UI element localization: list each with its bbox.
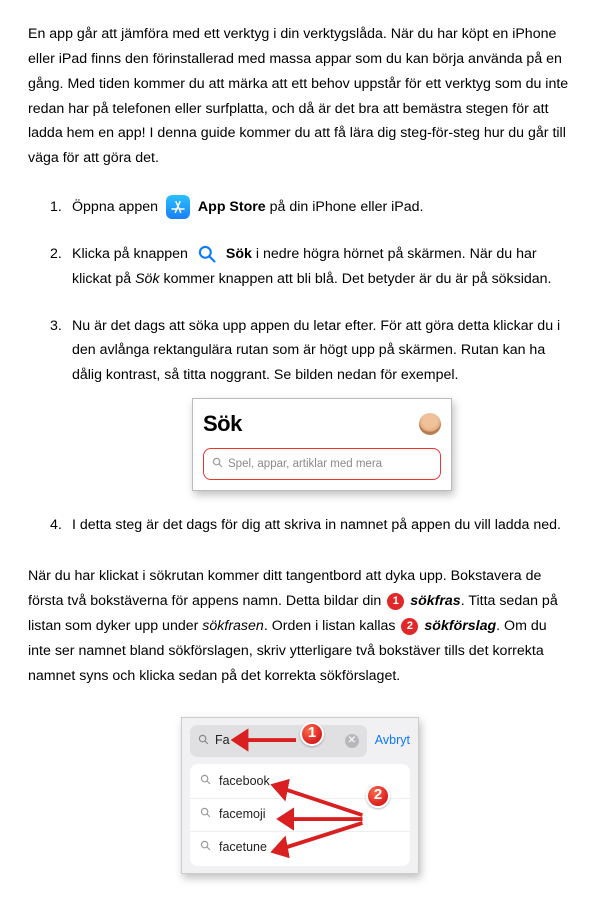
step-text: Öppna appen [72, 199, 158, 215]
step-number: 3. [50, 314, 62, 339]
magnifier-icon [198, 729, 209, 754]
steps-list: 1. Öppna appen App Store på din iPhone e… [50, 195, 572, 538]
suggestion-text: facemoji [219, 804, 266, 826]
step-italic: Sök [135, 271, 159, 287]
suggestion-row[interactable]: facetune [190, 832, 410, 864]
search-page-title: Sök [203, 405, 242, 444]
search-icon [196, 243, 218, 265]
term-sokforslag: sökförslag [424, 618, 496, 634]
app-store-icon [166, 195, 190, 219]
term-sokfrasen: sökfrasen [202, 618, 264, 634]
cancel-button[interactable]: Avbryt [375, 730, 410, 752]
intro-paragraph: En app går att jämföra med ett verktyg i… [28, 22, 572, 171]
magnifier-icon [200, 804, 211, 826]
paragraph-search-phrase: När du har klickat i sökrutan kommer dit… [28, 564, 572, 688]
step-2: 2. Klicka på knappen Sök i nedre högra h… [50, 242, 572, 292]
suggestion-text: facetune [219, 837, 267, 859]
magnifier-icon [212, 452, 223, 477]
clear-icon[interactable]: ✕ [345, 734, 359, 748]
step-number: 2. [50, 242, 62, 267]
step-text: I detta steg är det dags för dig att skr… [72, 517, 561, 533]
magnifier-icon [200, 837, 211, 859]
callout-badge-1-fig: 1 [300, 722, 324, 746]
step-text: Klicka på knappen [72, 246, 188, 262]
suggestion-list: facebook facemoji facetune [190, 764, 410, 866]
search-input[interactable]: Fa ✕ [190, 725, 367, 758]
step-number: 1. [50, 195, 62, 220]
figure-box: Fa ✕ Avbryt facebook facemoji [181, 717, 419, 874]
step-4: 4. I detta steg är det dags för dig att … [50, 513, 572, 538]
callout-badge-2: 2 [401, 618, 418, 635]
magnifier-icon [200, 771, 211, 793]
app-store-label: App Store [198, 199, 266, 215]
suggestion-text: facebook [219, 771, 270, 793]
avatar [419, 413, 441, 435]
search-placeholder: Spel, appar, artiklar med mera [228, 454, 382, 474]
callout-badge-2-fig: 2 [366, 784, 390, 808]
callout-badge-1: 1 [387, 593, 404, 610]
step-text: Nu är det dags att söka upp appen du let… [72, 318, 560, 384]
step-number: 4. [50, 513, 62, 538]
step-text: kommer knappen att bli blå. Det betyder … [164, 271, 552, 287]
text: . Orden i listan kallas [264, 618, 396, 634]
figure-search-header: Sök Spel, appar, artiklar med mera [72, 398, 572, 491]
search-label: Sök [226, 246, 252, 262]
step-text: på din iPhone eller iPad. [270, 199, 424, 215]
figure-search-suggestions: Fa ✕ Avbryt facebook facemoji [28, 717, 572, 874]
step-1: 1. Öppna appen App Store på din iPhone e… [50, 195, 572, 220]
figure-box: Sök Spel, appar, artiklar med mera [192, 398, 452, 491]
term-sokfras: sökfras [410, 593, 460, 609]
step-3: 3. Nu är det dags att söka upp appen du … [50, 314, 572, 492]
search-field-highlight[interactable]: Spel, appar, artiklar med mera [203, 448, 441, 481]
